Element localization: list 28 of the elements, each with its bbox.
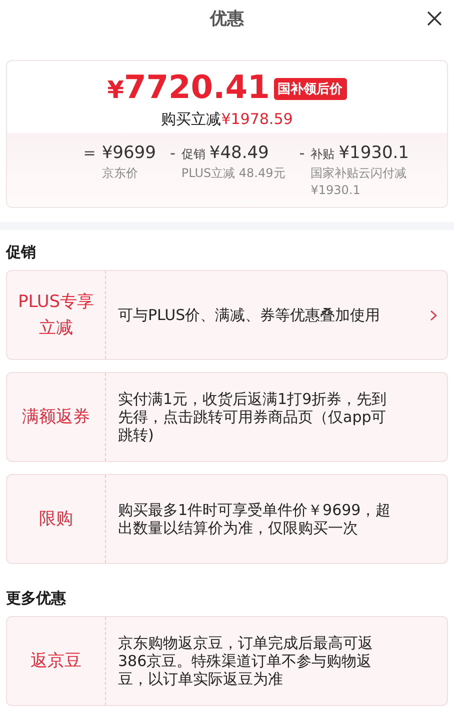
operator-sign: = — [83, 144, 96, 162]
promo-description: 实付满1元，收货后返满1打9折券，先到先得，点击跳转可用券商品页（仅app可跳转) — [118, 390, 388, 444]
promo-description: 京东购物返京豆，订单完成后最高可返386京豆。特殊渠道订单不参与购物返豆，以订单实际返豆为准 — [118, 634, 374, 688]
amount-value: ¥9699 — [102, 143, 156, 163]
price-caption: 国家补贴云闪付减¥1930.1 — [310, 165, 408, 199]
promo-description: 购买最多1件时可享受单件价￥9699，超出数量以结算价为准，仅限购买一次 — [118, 501, 392, 537]
promo-name: 限购 — [39, 508, 73, 531]
section-title: 更多优惠 — [6, 589, 66, 607]
close-icon[interactable] — [427, 11, 442, 26]
promo-name: 满额返券 — [22, 406, 90, 429]
amount-label: 促销 — [181, 146, 206, 163]
operator-sign: - — [170, 144, 176, 162]
promo-card[interactable]: PLUS专享立减 可与PLUS价、满减、券等优惠叠加使用 — [6, 270, 448, 360]
dialog-title: 优惠 — [210, 8, 244, 30]
chevron-right-icon[interactable] — [430, 310, 437, 320]
final-price: ¥7720.41 — [107, 69, 270, 108]
promo-description: 可与PLUS价、满减、券等优惠叠加使用 — [118, 306, 380, 324]
amount-label: 补贴 — [310, 146, 335, 163]
price-tag: 国补领后价 — [274, 78, 347, 100]
promo-name: 返京豆 — [30, 650, 82, 673]
price-caption: PLUS立减 48.49元 — [181, 165, 286, 182]
promo-name: PLUS专享立减 — [16, 291, 96, 340]
operator-sign: - — [299, 144, 305, 162]
section-title: 促销 — [6, 243, 36, 261]
amount-value: ¥1930.1 — [338, 143, 410, 163]
price-caption: 京东价 — [102, 165, 139, 182]
savings-text: 购买立减¥1978.59 — [161, 110, 293, 129]
amount-value: ¥48.49 — [209, 143, 269, 163]
